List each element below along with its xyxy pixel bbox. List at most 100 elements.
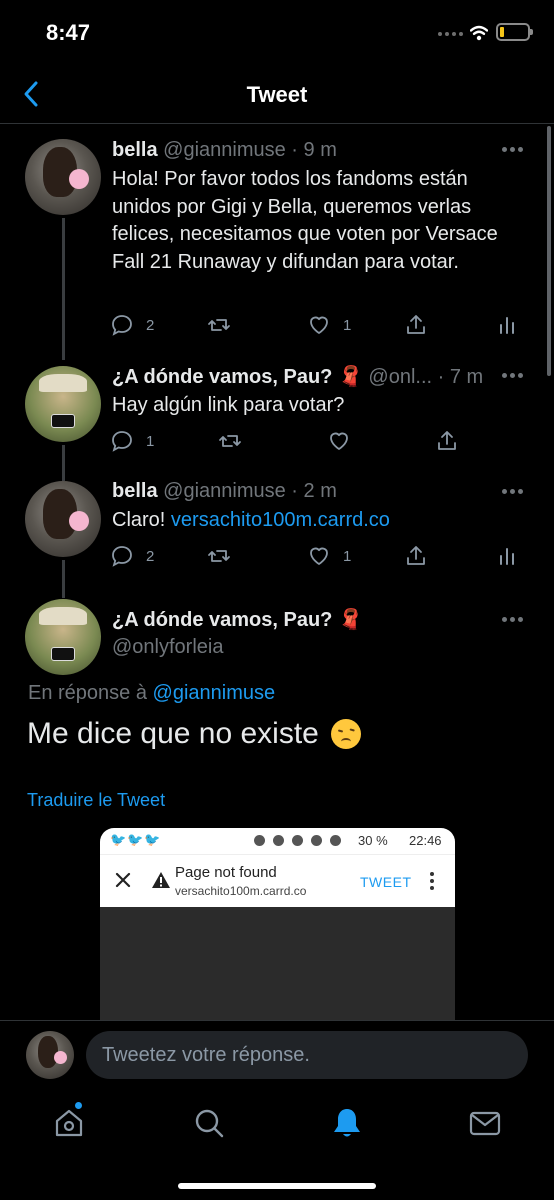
battery-icon	[496, 23, 533, 41]
tweet-header: ¿A dónde vamos, Pau? 🧣	[112, 607, 363, 632]
tweet-text: Claro! versachito100m.carrd.co	[112, 507, 522, 535]
retweet-button[interactable]	[218, 428, 242, 454]
reply-icon	[112, 315, 132, 336]
reply-button[interactable]: 1	[110, 428, 154, 454]
status-bar: 8:47	[0, 0, 554, 64]
analytics-icon	[500, 317, 514, 334]
more-options-icon[interactable]	[502, 617, 524, 623]
my-avatar	[26, 1031, 74, 1079]
nav-header: Tweet	[0, 64, 554, 124]
like-button[interactable]: 1	[307, 543, 351, 569]
reply-button[interactable]: 2	[110, 312, 154, 338]
heart-icon	[310, 316, 328, 334]
tweet-image[interactable]: 🐦🐦🐦 30 % 22:46 Page not found versachito…	[100, 828, 455, 1038]
main-tweet-text: Me dice que no existe	[27, 717, 361, 751]
reply-input[interactable]	[86, 1031, 528, 1079]
wifi-icon	[470, 25, 488, 41]
handle[interactable]: @giannimuse	[163, 139, 286, 161]
reply-count: 2	[146, 316, 155, 334]
tweet-actions: 2 1	[110, 312, 530, 338]
retweet-icon	[208, 319, 230, 331]
warning-icon	[152, 872, 170, 888]
handle[interactable]: @onl...	[368, 366, 432, 388]
share-button[interactable]	[404, 543, 428, 569]
translate-link[interactable]: Traduire le Tweet	[27, 790, 165, 811]
tweet-actions: 2 1	[110, 543, 530, 569]
reply-count: 1	[146, 432, 155, 450]
thread-line	[62, 445, 65, 481]
timestamp: · 9 m	[291, 139, 337, 161]
heart-icon	[310, 547, 328, 565]
display-name[interactable]: ¿A dónde vamos, Pau? 🧣	[112, 366, 363, 388]
analytics-icon	[500, 548, 514, 565]
like-count: 1	[343, 316, 352, 334]
display-name[interactable]: bella	[112, 480, 158, 502]
replying-to: En réponse à @giannimuse	[28, 682, 275, 705]
tab-search[interactable]	[192, 1106, 226, 1140]
avatar[interactable]	[25, 599, 101, 675]
analytics-button[interactable]	[495, 312, 519, 338]
timestamp: · 7 m	[437, 366, 484, 388]
scrollbar[interactable]	[547, 126, 551, 376]
tweet-header: bella @giannimuse · 2 m	[112, 480, 337, 503]
search-icon	[195, 1109, 224, 1138]
like-button[interactable]: 1	[307, 312, 351, 338]
more-options-icon[interactable]	[502, 489, 524, 495]
page-title: Tweet	[246, 82, 308, 107]
replying-handle[interactable]: @giannimuse	[153, 682, 276, 704]
handle[interactable]: @giannimuse	[163, 480, 286, 502]
more-options-icon[interactable]	[502, 373, 524, 379]
tab-notifications[interactable]	[330, 1106, 364, 1140]
image-battery: 30 %	[358, 833, 388, 848]
home-icon	[55, 1109, 83, 1137]
heart-icon	[330, 432, 348, 450]
avatar[interactable]	[25, 139, 101, 215]
reply-count: 2	[146, 547, 155, 565]
avatar[interactable]	[25, 366, 101, 442]
share-button[interactable]	[435, 428, 459, 454]
tweet-text: Hola! Por favor todos los fandoms están …	[112, 168, 498, 273]
thread-line	[62, 560, 65, 598]
bell-icon	[334, 1109, 360, 1137]
mail-icon	[469, 1111, 501, 1136]
tweet-text-prefix: Claro!	[112, 509, 166, 531]
close-icon	[115, 872, 131, 888]
retweet-icon	[208, 550, 230, 562]
tab-home[interactable]	[52, 1106, 86, 1140]
tweet-header: bella @giannimuse · 9 m	[112, 139, 337, 162]
share-icon	[407, 315, 425, 334]
status-time: 8:47	[46, 20, 91, 45]
share-button[interactable]	[404, 312, 428, 338]
analytics-button[interactable]	[495, 543, 519, 569]
like-count: 1	[343, 547, 352, 565]
tweet-link[interactable]: versachito100m.carrd.co	[171, 509, 390, 531]
avatar[interactable]	[25, 481, 101, 557]
image-status-bar: 🐦🐦🐦 30 % 22:46	[100, 828, 455, 854]
display-name[interactable]: ¿A dónde vamos, Pau? 🧣	[112, 609, 363, 631]
reply-button[interactable]: 2	[110, 543, 154, 569]
tab-messages[interactable]	[468, 1106, 502, 1140]
image-page-title: Page not found	[175, 864, 277, 881]
share-icon	[438, 431, 456, 450]
home-indicator	[178, 1183, 376, 1189]
home-unread-dot	[75, 1102, 82, 1109]
image-status-icons: 🐦🐦🐦	[110, 832, 162, 847]
display-name[interactable]: bella	[112, 139, 158, 161]
timestamp: · 2 m	[291, 480, 337, 502]
tweet-header: ¿A dónde vamos, Pau? 🧣 @onl... · 7 m	[112, 364, 483, 389]
thread-line	[62, 218, 65, 360]
retweet-icon	[219, 435, 241, 447]
handle[interactable]: @onlyforleia	[112, 636, 223, 659]
more-options-icon[interactable]	[502, 147, 524, 153]
reply-icon	[112, 431, 132, 452]
image-browser-bar: Page not found versachito100m.carrd.co T…	[100, 854, 455, 907]
image-page-url: versachito100m.carrd.co	[175, 884, 307, 898]
like-button[interactable]	[327, 428, 351, 454]
share-icon	[407, 546, 425, 565]
retweet-button[interactable]	[207, 312, 231, 338]
image-clock: 22:46	[409, 833, 442, 848]
disappointed-face-icon	[330, 719, 361, 749]
retweet-button[interactable]	[207, 543, 231, 569]
tweet-text: Hay algún link para votar?	[112, 394, 345, 416]
main-tweet-body: Me dice que no existe	[27, 717, 319, 750]
